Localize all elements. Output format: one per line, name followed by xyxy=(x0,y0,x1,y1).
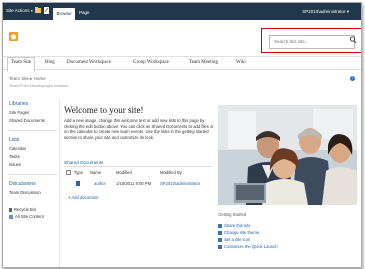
set-site-icon-link[interactable]: Set a site icon xyxy=(218,237,250,242)
ql-item-shared-documents[interactable]: Shared Documents xyxy=(9,118,57,123)
doc-modified-by[interactable]: SP2010\administrator xyxy=(160,181,200,186)
user-menu[interactable]: SP2010\administrator ▾ xyxy=(302,9,349,15)
doc-name[interactable]: author xyxy=(94,181,106,186)
share-site-label: Share this site xyxy=(224,223,251,228)
checkbox-icon xyxy=(66,170,71,175)
doc-modified: 1/16/2011 9:00 PM xyxy=(116,181,152,186)
share-site-link[interactable]: Share this site xyxy=(218,223,251,228)
nav-wiki[interactable]: Wiki xyxy=(236,60,246,65)
breadcrumb[interactable]: Team Site ▸ Home xyxy=(9,76,46,82)
site-actions-label: Site Actions xyxy=(6,8,30,13)
site-icon-icon xyxy=(218,237,222,242)
all-site-content-link[interactable]: All Site Content xyxy=(9,214,44,219)
divider xyxy=(9,174,57,175)
page-title: Welcome to your site! xyxy=(64,105,144,115)
recycle-bin-link[interactable]: Recycle Bin xyxy=(9,207,36,212)
site-description: SharePoint Masterpages Intranet xyxy=(9,83,68,88)
site-content-icon xyxy=(9,214,13,219)
customize-quick-launch-label: Customize the Quick Launch xyxy=(224,244,278,249)
column-modified[interactable]: Modified xyxy=(116,170,132,175)
site-header xyxy=(3,20,361,57)
chevron-down-icon: ▾ xyxy=(30,8,33,13)
ql-item-team-discussion[interactable]: Team Discussion xyxy=(9,190,57,195)
tab-browse[interactable]: Browse xyxy=(53,8,75,20)
ql-libraries-header[interactable]: Libraries xyxy=(9,101,57,107)
ql-item-tasks[interactable]: Tasks xyxy=(9,154,57,159)
customize-icon xyxy=(218,244,222,249)
recycle-bin-label: Recycle Bin xyxy=(14,207,37,212)
site-actions-menu[interactable]: Site Actions ▾ xyxy=(6,8,33,13)
select-all-checkbox[interactable] xyxy=(66,170,71,176)
tab-page[interactable]: Page xyxy=(79,10,90,15)
column-modified-by[interactable]: Modified By xyxy=(160,170,182,175)
site-logo[interactable] xyxy=(9,32,18,41)
ql-item-calendar[interactable]: Calendar xyxy=(9,146,57,151)
shared-documents-title[interactable]: Shared Documents xyxy=(64,160,103,165)
all-site-content-label: All Site Content xyxy=(15,214,44,219)
document-icon xyxy=(76,181,80,186)
change-theme-link[interactable]: Change site theme xyxy=(218,230,259,235)
top-navigation: Team Site Blog Document Workspace Group … xyxy=(3,57,361,72)
add-document-label: Add document xyxy=(71,195,99,200)
share-icon xyxy=(218,223,222,228)
user-name: SP2010\administrator xyxy=(302,9,346,14)
search-icon[interactable] xyxy=(349,35,357,45)
set-site-icon-label: Set a site icon xyxy=(224,237,251,242)
edit-page-icon[interactable] xyxy=(44,7,50,14)
ql-lists-header[interactable]: Lists xyxy=(9,137,57,143)
getting-started-title: Getting Started xyxy=(218,212,247,217)
browser-frame: Site Actions ▾ Browse Page SP2010\admini… xyxy=(2,2,362,268)
welcome-image xyxy=(218,105,357,205)
customize-quick-launch-link[interactable]: Customize the Quick Launch xyxy=(218,244,278,249)
search-input[interactable] xyxy=(269,35,355,49)
nav-group-workspace[interactable]: Group Workspace xyxy=(133,60,169,65)
column-name[interactable]: Name xyxy=(90,170,101,175)
navigate-up-icon[interactable] xyxy=(35,7,41,14)
ql-discussions-header[interactable]: Discussions xyxy=(9,181,57,187)
quick-launch: Libraries Site Pages Shared Documents Li… xyxy=(9,101,57,195)
help-icon[interactable]: ? xyxy=(350,76,355,81)
ql-item-issues[interactable]: Issues xyxy=(9,162,57,167)
nav-document-workspace[interactable]: Document Workspace xyxy=(67,60,111,65)
ribbon-bar: Site Actions ▾ Browse Page SP2010\admini… xyxy=(3,3,361,20)
ql-item-site-pages[interactable]: Site Pages xyxy=(9,110,57,115)
add-document-link[interactable]: + Add document xyxy=(68,195,98,200)
nav-team-site[interactable]: Team Site xyxy=(7,57,36,72)
nav-blog[interactable]: Blog xyxy=(45,60,55,65)
home-icon xyxy=(10,33,17,40)
divider xyxy=(9,130,57,131)
welcome-text: Add a new image, change this welcome tex… xyxy=(64,118,214,140)
column-type[interactable]: Type xyxy=(74,170,83,175)
theme-icon xyxy=(218,230,222,235)
recycle-bin-icon xyxy=(9,207,12,212)
divider xyxy=(64,166,212,167)
main-content: Welcome to your site! Add a new image, c… xyxy=(59,99,360,267)
nav-team-meeting[interactable]: Team Meeting xyxy=(189,60,218,65)
change-theme-label: Change site theme xyxy=(224,230,260,235)
